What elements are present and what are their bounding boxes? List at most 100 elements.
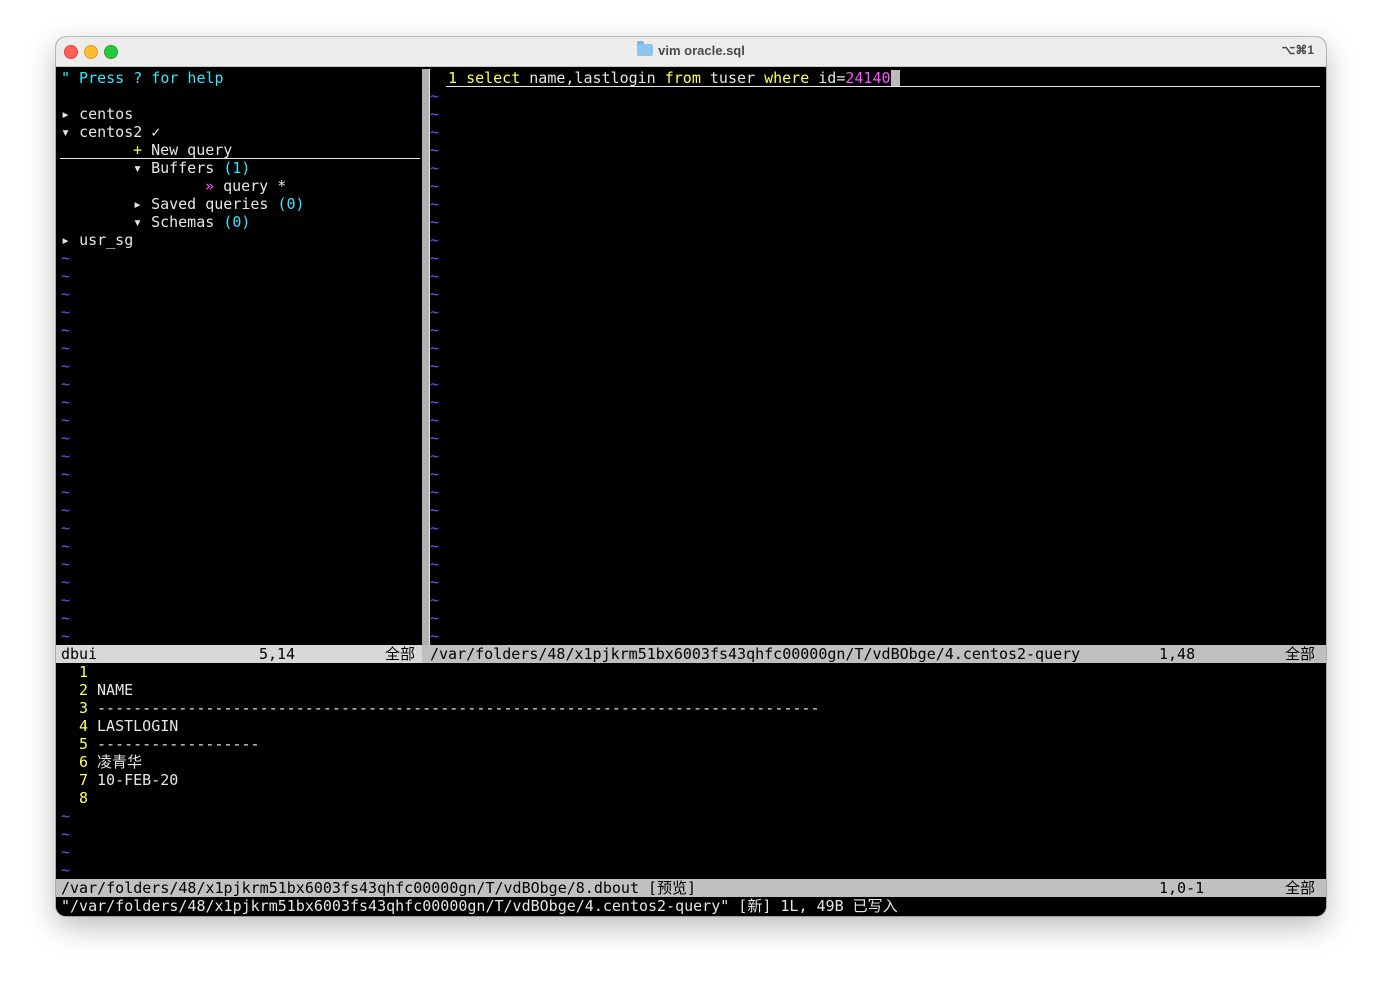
buffer-marker-icon: » xyxy=(205,177,215,195)
empty-line-tilde: ~ xyxy=(430,537,440,555)
empty-line-tilde: ~ xyxy=(430,501,440,519)
empty-line-tilde: ~ xyxy=(430,249,440,267)
dbui-item-label: Saved queries xyxy=(151,195,269,213)
dbout-line-text: 10-FEB-20 xyxy=(97,771,179,789)
line-number: 5 xyxy=(78,735,88,753)
empty-line-tilde: ~ xyxy=(61,357,71,375)
status-position: 1,48 xyxy=(1159,645,1196,663)
dbui-statusline: dbui 5,14 全部 xyxy=(56,645,422,663)
window-shortcut: ⌥⌘1 xyxy=(1281,43,1314,57)
status-filename: /var/folders/48/x1pjkrm51bx6003fs43qhfc0… xyxy=(430,645,1081,663)
collapsed-arrow-icon: ▸ xyxy=(61,105,71,123)
title-bar: vim oracle.sql ⌥⌘1 xyxy=(56,37,1326,67)
empty-line-tilde: ~ xyxy=(430,519,440,537)
window-title-text: vim oracle.sql xyxy=(658,43,745,58)
empty-line-tilde: ~ xyxy=(430,465,440,483)
dbui-item-buffers[interactable]: ▾ Buffers (1) xyxy=(133,159,250,177)
dbui-item-schemas[interactable]: ▾ Schemas (0) xyxy=(133,213,250,231)
collapsed-arrow-icon: ▸ xyxy=(61,231,71,249)
line-number: 4 xyxy=(78,717,88,735)
empty-line-tilde: ~ xyxy=(61,465,71,483)
empty-line-tilde: ~ xyxy=(430,267,440,285)
window-title: vim oracle.sql xyxy=(56,41,1326,58)
folder-icon xyxy=(637,41,654,56)
terminal-content[interactable]: " Press ? for help ▸ centos ▾ centos2 ✓ … xyxy=(56,67,1326,916)
empty-line-tilde: ~ xyxy=(61,807,71,825)
empty-line-tilde: ~ xyxy=(61,609,71,627)
empty-line-tilde: ~ xyxy=(61,501,71,519)
editor-statusline: /var/folders/48/x1pjkrm51bx6003fs43qhfc0… xyxy=(422,645,1326,663)
dbui-item-label: Schemas xyxy=(151,213,215,231)
empty-line-tilde: ~ xyxy=(430,123,440,141)
status-percent: 全部 xyxy=(385,645,416,663)
empty-line-tilde: ~ xyxy=(61,519,71,537)
collapsed-arrow-icon: ▸ xyxy=(133,195,143,213)
dbui-help-text: " Press ? for help xyxy=(61,69,224,87)
dbout-line: 7 10-FEB-20 xyxy=(61,771,178,789)
dbout-line-text: ----------------------------------------… xyxy=(97,699,820,717)
empty-line-tilde: ~ xyxy=(430,231,440,249)
text-cursor xyxy=(890,70,900,86)
status-percent: 全部 xyxy=(1285,879,1316,897)
editor-cursorline xyxy=(446,86,1320,87)
empty-line-tilde: ~ xyxy=(61,627,71,645)
dbout-line: 8 xyxy=(61,789,97,807)
dbui-item-saved-queries[interactable]: ▸ Saved queries (0) xyxy=(133,195,305,213)
dbui-item-label: query * xyxy=(223,177,287,195)
command-line[interactable]: "/var/folders/48/x1pjkrm51bx6003fs43qhfc… xyxy=(61,897,898,915)
dbui-item-centos2[interactable]: ▾ centos2 ✓ xyxy=(61,123,160,141)
empty-line-tilde: ~ xyxy=(430,177,440,195)
empty-line-tilde: ~ xyxy=(61,267,71,285)
dbui-item-new-query[interactable]: + New query xyxy=(133,141,232,159)
sql-number: 24140 xyxy=(845,69,891,87)
empty-line-tilde: ~ xyxy=(430,393,440,411)
empty-line-tilde: ~ xyxy=(430,303,440,321)
status-filename: /var/folders/48/x1pjkrm51bx6003fs43qhfc0… xyxy=(61,879,697,897)
empty-line-tilde: ~ xyxy=(430,357,440,375)
empty-line-tilde: ~ xyxy=(61,303,71,321)
empty-line-tilde: ~ xyxy=(430,447,440,465)
dbui-item-label: usr_sg xyxy=(79,231,134,249)
empty-line-tilde: ~ xyxy=(430,141,440,159)
dbui-item-query-buffer[interactable]: » query * xyxy=(205,177,286,195)
empty-line-tilde: ~ xyxy=(61,321,71,339)
status-percent: 全部 xyxy=(1285,645,1316,663)
empty-line-tilde: ~ xyxy=(430,483,440,501)
sql-condition: id= xyxy=(818,69,846,87)
vertical-split-separator[interactable] xyxy=(422,69,429,645)
empty-line-tilde: ~ xyxy=(61,249,71,267)
empty-line-tilde: ~ xyxy=(430,213,440,231)
empty-line-tilde: ~ xyxy=(61,483,71,501)
empty-line-tilde: ~ xyxy=(430,411,440,429)
dbout-line-text: ------------------ xyxy=(97,735,260,753)
dbui-item-centos[interactable]: ▸ centos xyxy=(61,105,133,123)
expanded-arrow-icon: ▾ xyxy=(133,159,143,177)
dbout-line-text: LASTLOGIN xyxy=(97,717,179,735)
empty-line-tilde: ~ xyxy=(430,573,440,591)
dbui-item-label: Buffers xyxy=(151,159,215,177)
dbout-line-text: NAME xyxy=(97,681,134,699)
sql-table: tuser xyxy=(709,69,756,87)
terminal-window: vim oracle.sql ⌥⌘1 " Press ? for help ▸ … xyxy=(56,37,1326,916)
editor-line-1[interactable]: 1 select name,lastlogin from tuser where… xyxy=(448,69,900,87)
empty-line-tilde: ~ xyxy=(61,285,71,303)
empty-line-tilde: ~ xyxy=(430,627,440,645)
expanded-arrow-icon: ▾ xyxy=(61,123,71,141)
sql-keyword: from xyxy=(664,69,701,87)
line-number: 3 xyxy=(78,699,88,717)
empty-line-tilde: ~ xyxy=(430,195,440,213)
dbout-line-text: 凌青华 xyxy=(97,753,143,771)
dbui-item-usr-sg[interactable]: ▸ usr_sg xyxy=(61,231,133,249)
empty-line-tilde: ~ xyxy=(430,321,440,339)
line-number: 2 xyxy=(78,681,88,699)
empty-line-tilde: ~ xyxy=(61,537,71,555)
empty-line-tilde: ~ xyxy=(61,843,71,861)
empty-line-tilde: ~ xyxy=(61,375,71,393)
expanded-arrow-icon: ▾ xyxy=(133,213,143,231)
empty-line-tilde: ~ xyxy=(430,339,440,357)
dbui-item-label: New query xyxy=(151,141,233,159)
dbout-line: 4 LASTLOGIN xyxy=(61,717,178,735)
empty-line-tilde: ~ xyxy=(430,159,440,177)
empty-line-tilde: ~ xyxy=(61,447,71,465)
dbout-line: 3 --------------------------------------… xyxy=(61,699,820,717)
